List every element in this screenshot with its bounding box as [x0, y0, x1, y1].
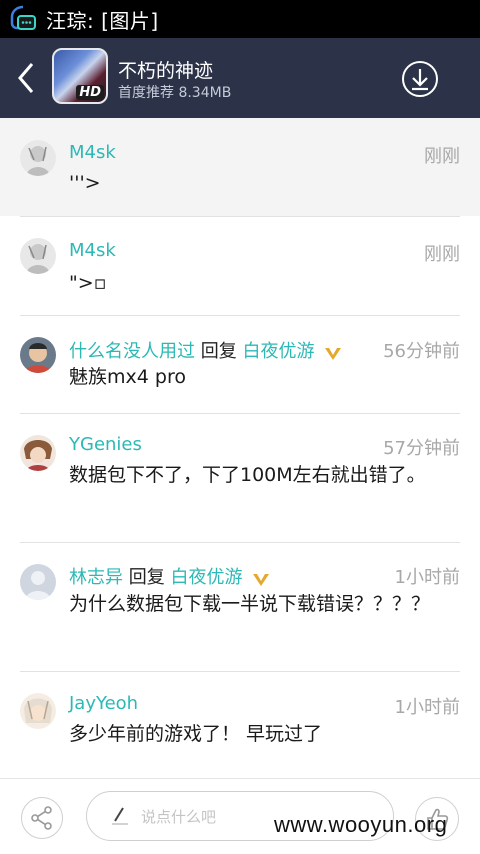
comment-time: 1小时前 — [394, 697, 460, 718]
comment-item[interactable]: 什么名没人用过 回复 白夜优游 56分钟前 魅族mx4 pro — [0, 315, 480, 413]
divider — [20, 315, 460, 316]
comment-text: 多少年前的游戏了！ 早玩过了 — [69, 723, 323, 745]
comment-item[interactable]: YGenies 57分钟前 数据包下不了，下了100M左右就出错了。 — [0, 413, 480, 542]
comment-text: 数据包下不了，下了100M左右就出错了。 — [69, 464, 426, 486]
verified-v-icon — [252, 571, 270, 586]
app-name: 不朽的神迹 — [118, 60, 214, 82]
reply-word: 回复 — [128, 567, 165, 588]
comment-time: 56分钟前 — [383, 341, 460, 362]
share-icon[interactable] — [21, 797, 63, 839]
comment-username[interactable]: 什么名没人用过 — [69, 341, 195, 362]
comment-text: ">▫ — [69, 272, 107, 294]
comment-text: 魅族mx4 pro — [69, 366, 186, 388]
comment-time: 刚刚 — [424, 244, 460, 265]
comment-username[interactable]: M4sk — [69, 142, 116, 163]
divider — [20, 671, 460, 672]
comment-list: M4sk 刚刚 '''> M4sk 刚刚 ">▫ 什么名没人用过 回复 白夜优游… — [0, 118, 480, 774]
comment-username[interactable]: M4sk — [69, 240, 116, 261]
status-bar: 汪琮: [图片] — [0, 0, 480, 38]
reply-target-username[interactable]: 白夜优游 — [242, 341, 314, 362]
chevron-left-icon[interactable] — [12, 60, 42, 96]
avatar[interactable] — [20, 435, 56, 471]
app-icon[interactable]: HD — [52, 48, 108, 104]
divider — [20, 216, 460, 217]
pen-icon — [109, 805, 131, 827]
chat-bubble-icon — [8, 4, 38, 34]
avatar[interactable] — [20, 693, 56, 729]
avatar[interactable] — [20, 337, 56, 373]
divider — [20, 542, 460, 543]
comment-username[interactable]: JayYeoh — [69, 693, 138, 714]
comment-item[interactable]: M4sk 刚刚 ">▫ — [0, 216, 480, 315]
comment-item[interactable]: M4sk 刚刚 '''> — [0, 118, 480, 216]
hd-badge: HD — [76, 85, 104, 100]
download-circle-icon[interactable] — [401, 60, 439, 98]
comment-placeholder: 说点什么吧 — [141, 808, 217, 826]
verified-v-icon — [324, 345, 342, 360]
comment-text: 为什么数据包下载一半说下载错误？？？？ — [69, 593, 431, 615]
comment-username[interactable]: 林志异 — [69, 567, 123, 588]
comment-item[interactable]: 林志异 回复 白夜优游 1小时前 为什么数据包下载一半说下载错误？？？？ — [0, 542, 480, 671]
app-meta: 首度推荐 8.34MB — [118, 85, 232, 101]
comment-time: 1小时前 — [394, 567, 460, 588]
avatar[interactable] — [20, 140, 56, 176]
app-header: HD 不朽的神迹 首度推荐 8.34MB — [0, 38, 480, 118]
comment-text: '''> — [69, 172, 101, 194]
watermark-text: www.wooyun.org — [274, 812, 448, 837]
avatar[interactable] — [20, 238, 56, 274]
divider — [20, 413, 460, 414]
comment-username[interactable]: YGenies — [69, 434, 142, 455]
reply-word: 回复 — [200, 341, 237, 362]
avatar[interactable] — [20, 564, 56, 600]
comment-time: 57分钟前 — [383, 438, 460, 459]
notification-title: 汪琮: [图片] — [46, 8, 159, 33]
reply-target-username[interactable]: 白夜优游 — [170, 567, 242, 588]
comment-item[interactable]: JayYeoh 1小时前 多少年前的游戏了！ 早玩过了 — [0, 671, 480, 774]
comment-time: 刚刚 — [424, 146, 460, 167]
